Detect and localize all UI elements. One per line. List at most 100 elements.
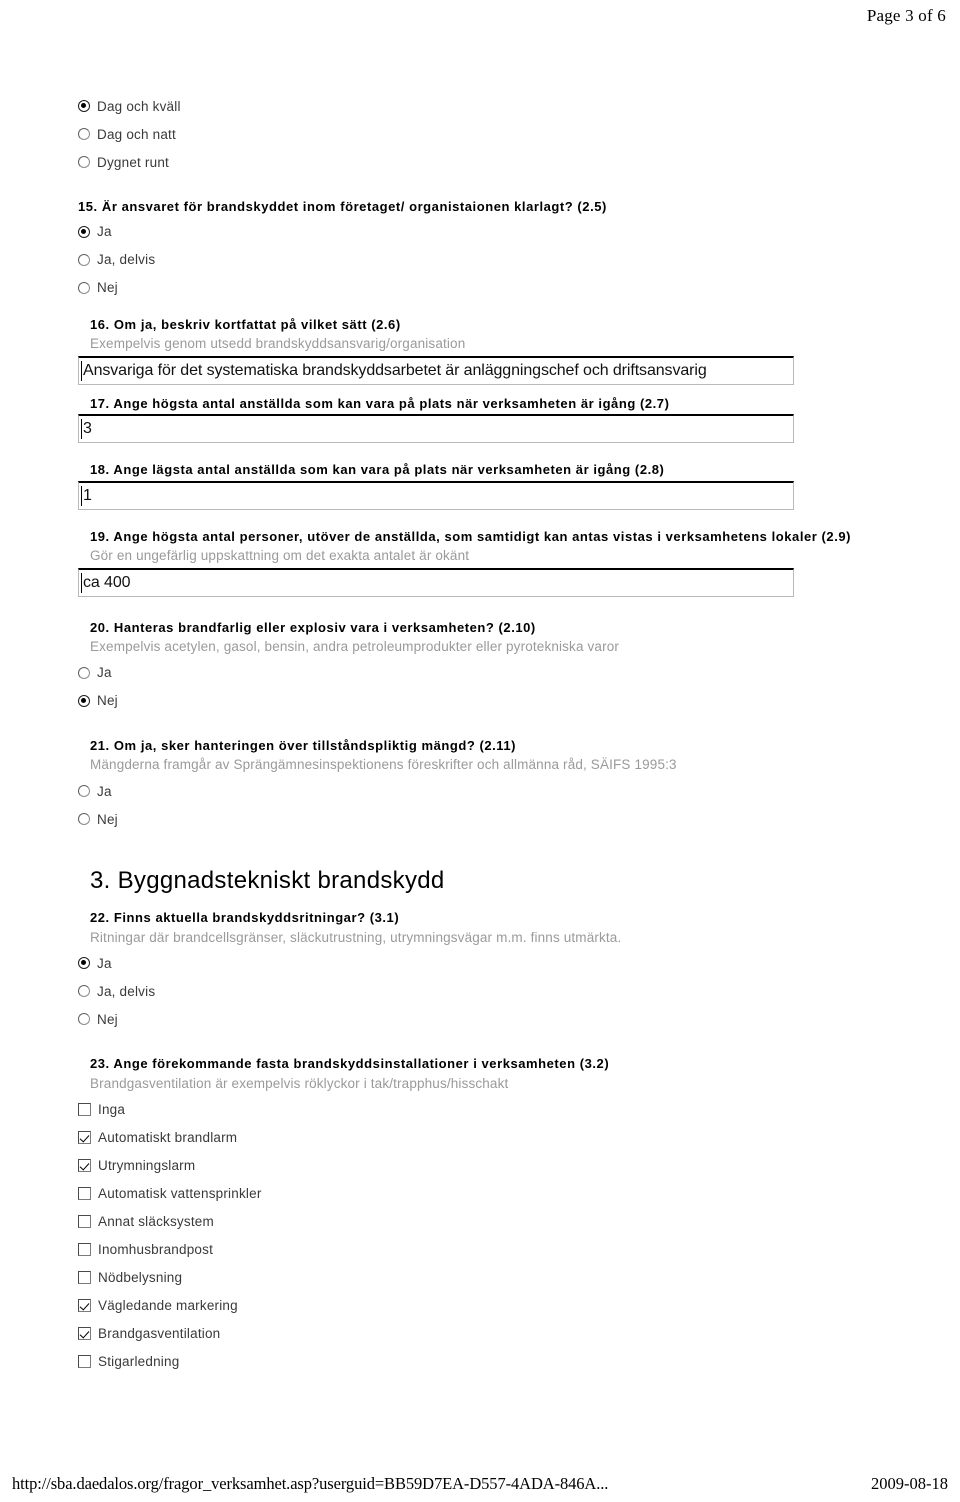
checkbox-icon[interactable]: [78, 1102, 91, 1116]
radio-option-q21-nej[interactable]: Nej: [78, 805, 908, 833]
checkbox-icon[interactable]: [78, 1186, 91, 1200]
checkbox-label: Inga: [98, 1101, 126, 1117]
radio-icon[interactable]: [78, 813, 90, 826]
checkbox-option-brandgasventilation[interactable]: Brandgasventilation: [78, 1319, 908, 1347]
radio-option-q22-ja[interactable]: Ja: [78, 949, 908, 977]
page-header: Page 3 of 6: [867, 6, 946, 26]
checkbox-option-inga[interactable]: Inga: [78, 1095, 908, 1123]
checkbox-option-automatisk-vattensprinkler[interactable]: Automatisk vattensprinkler: [78, 1179, 908, 1207]
radio-label: Ja: [97, 955, 112, 971]
question-hint: Exempelvis acetylen, gasol, bensin, andr…: [90, 639, 620, 655]
q17-text-input[interactable]: 3: [78, 414, 794, 444]
checkbox-option-stigarledning[interactable]: Stigarledning: [78, 1347, 908, 1375]
checkbox-icon[interactable]: [78, 1354, 91, 1368]
question-title: 22. Finns aktuella brandskyddsritningar?…: [90, 910, 400, 926]
radio-option-dag-och-natt[interactable]: Dag och natt: [78, 120, 908, 148]
radio-icon[interactable]: [78, 225, 90, 238]
question-title: 20. Hanteras brandfarlig eller explosiv …: [90, 619, 536, 635]
radio-option-q15-nej[interactable]: Nej: [78, 274, 908, 302]
question-title: 18. Ange lägsta antal anställda som kan …: [90, 462, 665, 478]
form-content: Dag och kväll Dag och natt Dygnet runt 1…: [78, 92, 908, 1375]
checkbox-option-annat-slacksystem[interactable]: Annat släcksystem: [78, 1207, 908, 1235]
radio-option-q22-nej[interactable]: Nej: [78, 1005, 908, 1033]
radio-label: Ja: [97, 224, 112, 240]
question-title: 19. Ange högsta antal personer, utöver d…: [90, 528, 852, 544]
question-title: 21. Om ja, sker hanteringen över tillstå…: [90, 737, 517, 753]
checkbox-label: Annat släcksystem: [98, 1213, 214, 1229]
radio-option-dygnet-runt[interactable]: Dygnet runt: [78, 148, 908, 176]
radio-icon[interactable]: [78, 128, 90, 140]
radio-icon[interactable]: [78, 957, 90, 970]
checkbox-option-vagledande-markering[interactable]: Vägledande markering: [78, 1291, 908, 1319]
radio-label: Nej: [97, 811, 118, 827]
question-21: 21. Om ja, sker hanteringen över tillstå…: [78, 737, 908, 833]
question-19: 19. Ange högsta antal personer, utöver d…: [78, 528, 908, 597]
checkbox-label: Stigarledning: [98, 1353, 180, 1369]
checkbox-label: Inomhusbrandpost: [98, 1241, 214, 1257]
radio-icon[interactable]: [78, 100, 90, 112]
top-options-group: Dag och kväll Dag och natt Dygnet runt: [78, 92, 908, 176]
radio-option-q21-ja[interactable]: Ja: [78, 777, 908, 805]
radio-option-q20-ja[interactable]: Ja: [78, 659, 908, 687]
question-title: 23. Ange förekommande fasta brandskyddsi…: [90, 1056, 610, 1072]
input-value: 1: [83, 486, 92, 504]
question-18: 18. Ange lägsta antal anställda som kan …: [78, 461, 908, 510]
radio-icon[interactable]: [78, 985, 90, 998]
question-hint: Mängderna framgår av Sprängämnesinspekti…: [90, 757, 677, 773]
question-hint: Gör en ungefärlig uppskattning om det ex…: [90, 548, 470, 564]
checkbox-option-inomhusbrandpost[interactable]: Inomhusbrandpost: [78, 1235, 908, 1263]
radio-label: Dag och kväll: [97, 98, 181, 114]
checkbox-icon[interactable]: [78, 1214, 91, 1228]
question-16: 16. Om ja, beskriv kortfattat på vilket …: [78, 316, 908, 385]
question-hint: Ritningar där brandcellsgränser, släckut…: [90, 929, 622, 945]
checkbox-label: Utrymningslarm: [98, 1157, 196, 1173]
radio-icon[interactable]: [78, 694, 90, 707]
checkbox-label: Vägledande markering: [98, 1297, 238, 1313]
radio-option-q20-nej[interactable]: Nej: [78, 687, 908, 715]
checkbox-icon[interactable]: [78, 1326, 91, 1340]
checkbox-icon[interactable]: [78, 1158, 91, 1172]
radio-icon[interactable]: [78, 253, 90, 266]
radio-icon[interactable]: [78, 666, 90, 679]
checkbox-icon[interactable]: [78, 1242, 91, 1256]
radio-icon[interactable]: [78, 156, 90, 168]
radio-option-q15-ja-delvis[interactable]: Ja, delvis: [78, 246, 908, 274]
radio-label: Ja, delvis: [97, 983, 156, 999]
radio-label: Nej: [97, 1011, 118, 1027]
checkbox-icon[interactable]: [78, 1298, 91, 1312]
question-23: 23. Ange förekommande fasta brandskyddsi…: [78, 1055, 908, 1375]
question-title: 17. Ange högsta antal anställda som kan …: [90, 395, 670, 411]
checkbox-option-utrymningslarm[interactable]: Utrymningslarm: [78, 1151, 908, 1179]
radio-icon[interactable]: [78, 281, 90, 294]
checkbox-icon[interactable]: [78, 1130, 91, 1144]
question-17: 17. Ange högsta antal anställda som kan …: [78, 395, 908, 444]
radio-label: Dag och natt: [97, 126, 176, 142]
checkbox-option-automatiskt-brandlarm[interactable]: Automatiskt brandlarm: [78, 1123, 908, 1151]
radio-option-q15-ja[interactable]: Ja: [78, 218, 908, 246]
radio-label: Nej: [97, 280, 118, 296]
radio-icon[interactable]: [78, 1013, 90, 1026]
radio-icon[interactable]: [78, 785, 90, 798]
footer-date: 2009-08-18: [871, 1474, 948, 1493]
checkbox-label: Brandgasventilation: [98, 1325, 221, 1341]
q18-text-input[interactable]: 1: [78, 480, 794, 510]
checkbox-option-nodbelysning[interactable]: Nödbelysning: [78, 1263, 908, 1291]
question-hint: Exempelvis genom utsedd brandskyddsansva…: [90, 336, 466, 352]
page-footer: http://sba.daedalos.org/fragor_verksamhe…: [12, 1474, 948, 1494]
question-title: 15. Är ansvaret för brandskyddet inom fö…: [78, 199, 607, 214]
checkbox-label: Automatiskt brandlarm: [98, 1129, 238, 1145]
question-title: 16. Om ja, beskriv kortfattat på vilket …: [90, 316, 401, 332]
radio-option-dag-och-kvall[interactable]: Dag och kväll: [78, 92, 908, 120]
radio-label: Ja, delvis: [97, 252, 156, 268]
question-22: 22. Finns aktuella brandskyddsritningar?…: [78, 909, 908, 1033]
checkbox-icon[interactable]: [78, 1270, 91, 1284]
radio-label: Ja: [97, 665, 112, 681]
radio-label: Dygnet runt: [97, 154, 169, 170]
q16-text-input[interactable]: Ansvariga för det systematiska brandskyd…: [78, 355, 794, 385]
question-hint: Brandgasventilation är exempelvis röklyc…: [90, 1075, 509, 1091]
radio-label: Ja: [97, 783, 112, 799]
footer-url: http://sba.daedalos.org/fragor_verksamhe…: [12, 1474, 609, 1493]
radio-option-q22-ja-delvis[interactable]: Ja, delvis: [78, 977, 908, 1005]
page-number-label: Page 3 of 6: [866, 6, 946, 25]
q19-text-input[interactable]: ca 400: [78, 567, 794, 597]
